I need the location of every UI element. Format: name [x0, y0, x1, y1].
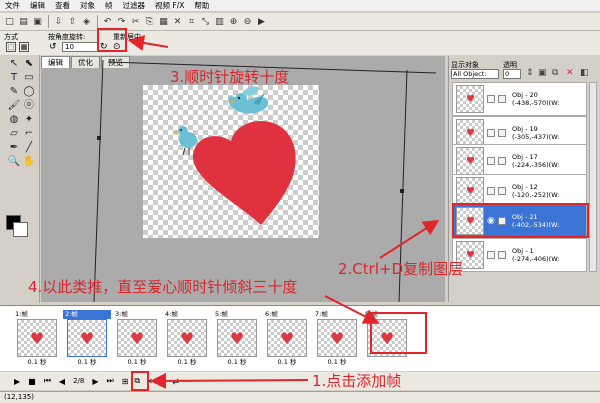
arrow-step1 — [150, 372, 309, 389]
arrow-step4 — [324, 295, 380, 324]
annotation-arrows — [128, 35, 440, 389]
arrow-step3 — [128, 35, 169, 51]
arrow-step2 — [379, 219, 440, 259]
